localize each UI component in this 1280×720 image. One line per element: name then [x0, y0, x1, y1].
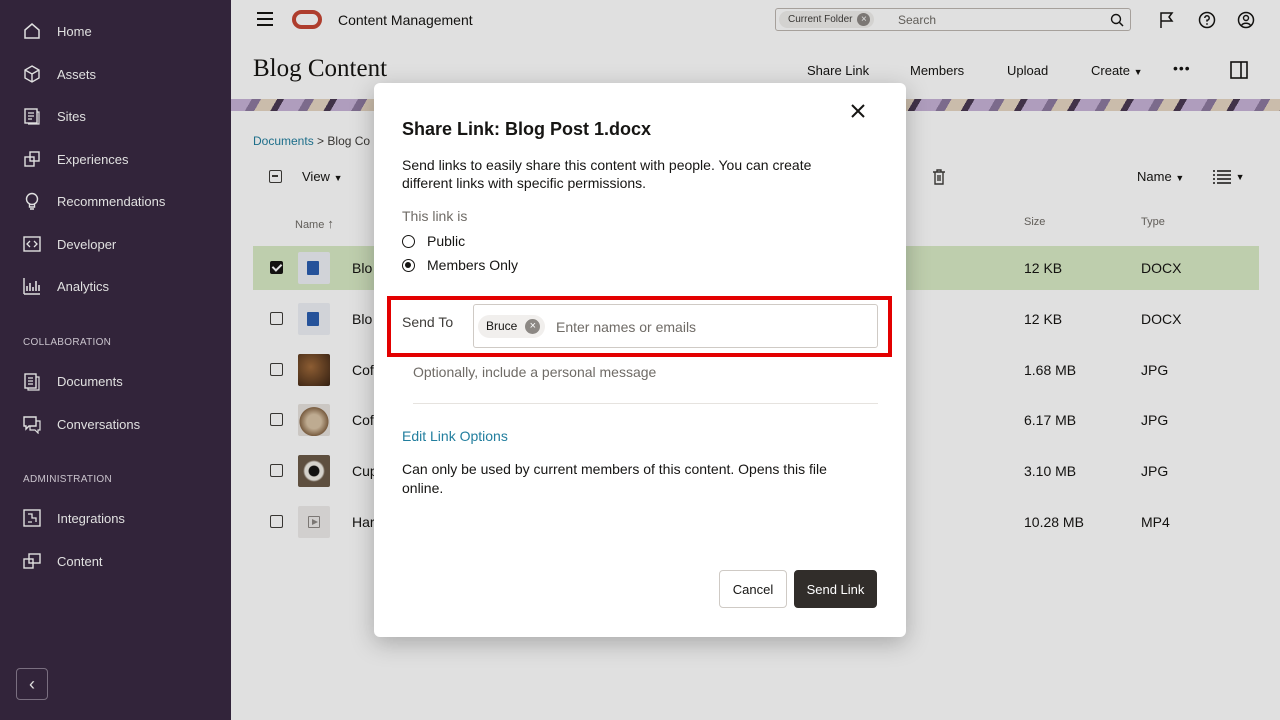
cancel-button[interactable]: Cancel: [719, 570, 787, 608]
link-permission-note: Can only be used by current members of t…: [402, 461, 827, 496]
personal-message-input[interactable]: [413, 362, 878, 404]
remove-recipient-icon[interactable]: ×: [525, 319, 541, 334]
send-to-label: Send To: [402, 314, 454, 330]
recipient-name: Bruce: [486, 319, 518, 333]
radio-public[interactable]: Public: [402, 233, 465, 249]
radio-button[interactable]: [402, 258, 415, 272]
link-type-label: This link is: [402, 208, 468, 224]
recipient-chip[interactable]: Bruce ×: [478, 315, 546, 338]
radio-button[interactable]: [402, 234, 415, 248]
radio-label: Public: [427, 233, 466, 249]
recipient-input[interactable]: [556, 315, 866, 338]
send-to-field[interactable]: Bruce ×: [473, 304, 878, 348]
edit-link-options-link[interactable]: Edit Link Options: [402, 428, 508, 444]
radio-label: Members Only: [427, 257, 519, 273]
send-link-button[interactable]: Send Link: [794, 570, 877, 608]
dialog-description: Send links to easily share this content …: [402, 157, 812, 191]
dialog-title: Share Link: Blog Post 1.docx: [402, 119, 652, 139]
radio-members-only[interactable]: Members Only: [402, 257, 518, 273]
close-icon[interactable]: [848, 101, 868, 121]
share-link-dialog: Share Link: Blog Post 1.docx Send links …: [374, 83, 906, 637]
